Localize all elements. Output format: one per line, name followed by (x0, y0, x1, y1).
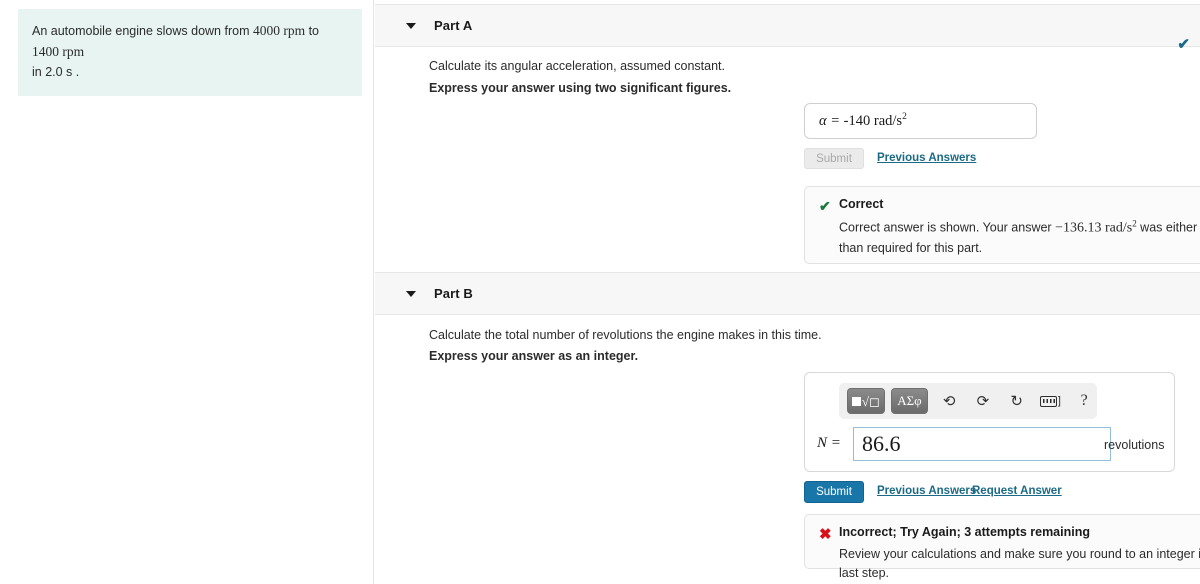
part-a-feedback-body-lead: Correct answer is shown. Your answer (839, 220, 1056, 235)
part-b-answer-input[interactable]: 86.6 (853, 427, 1111, 461)
part-a-instruction: Express your answer using two significan… (429, 81, 732, 95)
part-a-answer-units: rad/s (873, 112, 903, 129)
part-b-title: Part B (434, 286, 473, 301)
problem-text-lead: An automobile engine slows down from (32, 24, 253, 38)
part-a-answer-display: α = -140 rad/s2 (804, 103, 1037, 139)
part-a-header[interactable]: Part A (375, 4, 1200, 47)
part-b-feedback-body: Review your calculations and make sure y… (839, 547, 1200, 581)
check-icon: ✔ (819, 198, 831, 214)
problem-text-mid: to (305, 24, 319, 38)
part-a-feedback-correct: ✔ Correct Correct answer is shown. Your … (804, 186, 1200, 264)
part-b-answer-label: N = (817, 435, 841, 451)
part-b-feedback-title: Incorrect; Try Again; 3 attempts remaini… (839, 525, 1090, 539)
part-a-status-check-icon: ✔ (1177, 36, 1190, 53)
problem-statement-box: An automobile engine slows down from 400… (18, 9, 362, 97)
problem-rpm-initial: 4000 rpm (252, 23, 306, 38)
part-a-answer-units-exponent: 2 (902, 112, 907, 123)
math-template-button[interactable]: √◻ (847, 388, 885, 414)
chevron-down-icon[interactable] (406, 291, 416, 297)
part-a-feedback-body: Correct answer is shown. Your answer −13… (839, 217, 1200, 259)
assignment-page: An automobile engine slows down from 400… (0, 0, 1200, 584)
undo-icon[interactable]: ⟲ (936, 388, 962, 414)
part-b-unit-label: revolutions (1104, 438, 1165, 452)
greek-symbols-label: ΑΣφ (897, 393, 922, 408)
part-a-answer-symbol: α = (819, 112, 844, 129)
problem-statement-panel: An automobile engine slows down from 400… (0, 0, 374, 584)
problem-statement-text: An automobile engine slows down from 400… (32, 21, 348, 82)
part-a-answer-value: -140 (843, 112, 871, 129)
problem-rpm-final: 1400 rpm (32, 43, 85, 59)
help-label: ? (1080, 392, 1088, 409)
part-a-submit-button: Submit (804, 148, 864, 169)
part-a-feedback-value: −136.13 rad/s (1055, 220, 1133, 236)
part-b-answer-value: 86.6 (862, 431, 901, 456)
problem-text-time: in 2.0 s . (32, 64, 80, 79)
keyboard-icon[interactable]: ] (1038, 388, 1064, 414)
part-a-prompt: Calculate its angular acceleration, assu… (429, 59, 725, 73)
part-b-submit-button[interactable]: Submit (804, 481, 864, 503)
part-b-prompt: Calculate the total number of revolution… (429, 328, 822, 342)
redo-icon[interactable]: ⟳ (970, 388, 996, 414)
sqrt-template-icon: √◻ (851, 395, 880, 408)
parts-panel: Part A ✔ Calculate its angular accelerat… (375, 0, 1200, 584)
greek-symbols-button[interactable]: ΑΣφ (890, 388, 929, 414)
part-b-header[interactable]: Part B (375, 272, 1200, 315)
part-b-answer-widget: √◻ ΑΣφ ⟲ ⟳ ↻ ] ? N = 86.6 (804, 372, 1175, 472)
reset-icon[interactable]: ↻ (1004, 388, 1030, 414)
part-a-answer-content: α = -140 rad/s2 (819, 112, 907, 130)
part-b-instruction: Express your answer as an integer. (429, 349, 639, 363)
part-b-feedback-incorrect: ✖ Incorrect; Try Again; 3 attempts remai… (804, 514, 1200, 580)
part-b-request-answer-link[interactable]: Request Answer (972, 485, 1062, 497)
help-icon[interactable]: ? (1071, 388, 1097, 414)
part-a-title: Part A (434, 18, 473, 33)
part-a-previous-answers-link[interactable]: Previous Answers (877, 152, 976, 164)
math-toolbar: √◻ ΑΣφ ⟲ ⟳ ↻ ] ? (839, 383, 1097, 419)
chevron-down-icon[interactable] (406, 23, 416, 29)
part-b-previous-answers-link[interactable]: Previous Answers (877, 485, 976, 497)
close-icon: ✖ (819, 526, 832, 543)
part-a-feedback-title: Correct (839, 197, 884, 211)
